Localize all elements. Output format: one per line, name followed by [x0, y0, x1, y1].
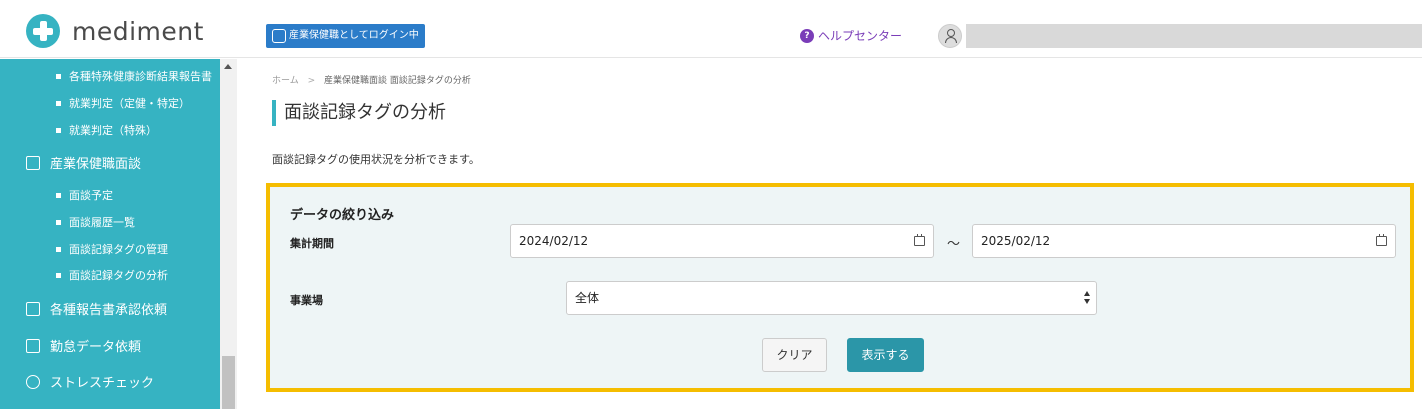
end-date-input[interactable]: 2025/02/12 — [972, 224, 1396, 258]
sidebar-item-occupational-interview[interactable]: 産業保健職面談 — [26, 153, 141, 172]
breadcrumb-current: 産業保健職面談 面談記録タグの分析 — [324, 76, 471, 86]
breadcrumb: ホーム > 産業保健職面談 面談記録タグの分析 — [272, 73, 471, 86]
heart-icon — [26, 374, 40, 389]
help-center-label: ヘルプセンター — [818, 29, 903, 43]
breadcrumb-home[interactable]: ホーム — [272, 76, 299, 86]
sidebar-item-stress-check[interactable]: ストレスチェック — [26, 372, 154, 391]
calendar-icon[interactable] — [914, 234, 925, 246]
sidebar-item-interview-history[interactable]: 面談履歴一覧 — [56, 214, 135, 230]
calendar-icon[interactable] — [1376, 234, 1387, 246]
end-date-value: 2025/02/12 — [981, 234, 1051, 248]
question-icon: ? — [800, 28, 814, 43]
mediment-logo[interactable]: mediment — [26, 14, 204, 54]
bullet-icon — [56, 272, 61, 278]
scrollbar-thumb[interactable] — [222, 356, 235, 409]
bullet-icon — [56, 127, 61, 133]
show-button[interactable]: 表示する — [847, 338, 924, 372]
sidebar-item-label: ストレスチェック — [50, 376, 155, 391]
period-label: 集計期間 — [290, 237, 334, 250]
start-date-value: 2024/02/12 — [519, 234, 589, 248]
page-description: 面談記録タグの使用状況を分析できます。 — [272, 153, 480, 166]
sidebar-item-report-approval[interactable]: 各種報告書承認依頼 — [26, 299, 167, 318]
site-select-value: 全体 — [575, 291, 600, 305]
sidebar-item-label: 就業判定（定健・特定） — [69, 97, 190, 110]
sidebar-item-label: 各種特殊健康診断結果報告書 — [69, 70, 212, 83]
sidebar-item-tag-management[interactable]: 面談記録タグの管理 — [56, 241, 168, 257]
scroll-up-arrow-icon[interactable] — [224, 64, 232, 69]
sidebar-item-label: 面談記録タグの管理 — [69, 243, 168, 256]
sidebar-item-label: 面談予定 — [69, 189, 113, 202]
bullet-icon — [56, 100, 61, 106]
sidebar-item-label: 面談記録タグの分析 — [69, 269, 168, 282]
logo-text: mediment — [72, 16, 204, 46]
sidebar-item-work-judgment-regular[interactable]: 就業判定（定健・特定） — [56, 95, 190, 111]
filter-title: データの絞り込み — [290, 208, 395, 223]
start-date-input[interactable]: 2024/02/12 — [510, 224, 934, 258]
user-name-redacted — [966, 24, 1422, 48]
people-icon — [26, 155, 40, 170]
site-select[interactable]: 全体 — [566, 281, 1097, 315]
help-center-link[interactable]: ? ヘルプセンター — [800, 27, 902, 44]
sidebar-nav: 各種特殊健康診断結果報告書 就業判定（定健・特定） 就業判定（特殊） 産業保健職… — [0, 59, 220, 409]
range-separator: ～ — [947, 237, 961, 252]
clock-calendar-icon — [26, 338, 40, 353]
sidebar-item-label: 就業判定（特殊） — [69, 124, 157, 137]
sidebar-item-interview-schedule[interactable]: 面談予定 — [56, 187, 113, 203]
sidebar-item-attendance-request[interactable]: 勤怠データ依頼 — [26, 336, 141, 355]
page-title: 面談記録タグの分析 — [272, 100, 446, 126]
bullet-icon — [56, 246, 61, 252]
sidebar-item-label: 面談履歴一覧 — [69, 216, 135, 229]
sidebar-item-label: 各種報告書承認依頼 — [50, 303, 168, 318]
sidebar-item-work-judgment-special[interactable]: 就業判定（特殊） — [56, 122, 157, 138]
book-icon — [272, 29, 286, 43]
login-role-label: 産業保健職としてログイン中 — [289, 30, 419, 41]
logo-cross-icon — [26, 14, 60, 48]
clear-button[interactable]: クリア — [762, 338, 827, 372]
sidebar-item-label: 勤怠データ依頼 — [50, 340, 142, 355]
sidebar-item-special-health-report[interactable]: 各種特殊健康診断結果報告書 — [56, 68, 212, 84]
sidebar-item-label: 産業保健職面談 — [50, 157, 142, 172]
bullet-icon — [56, 219, 61, 225]
site-label: 事業場 — [290, 294, 323, 307]
sidebar-item-tag-analysis[interactable]: 面談記録タグの分析 — [56, 267, 168, 283]
top-header: mediment 産業保健職としてログイン中 ? ヘルプセンター — [0, 0, 1422, 58]
bullet-icon — [56, 192, 61, 198]
breadcrumb-separator: > — [307, 76, 316, 86]
document-check-icon — [26, 301, 40, 316]
login-role-badge: 産業保健職としてログイン中 — [266, 24, 425, 48]
bullet-icon — [56, 73, 61, 79]
user-avatar-icon[interactable] — [938, 24, 962, 48]
